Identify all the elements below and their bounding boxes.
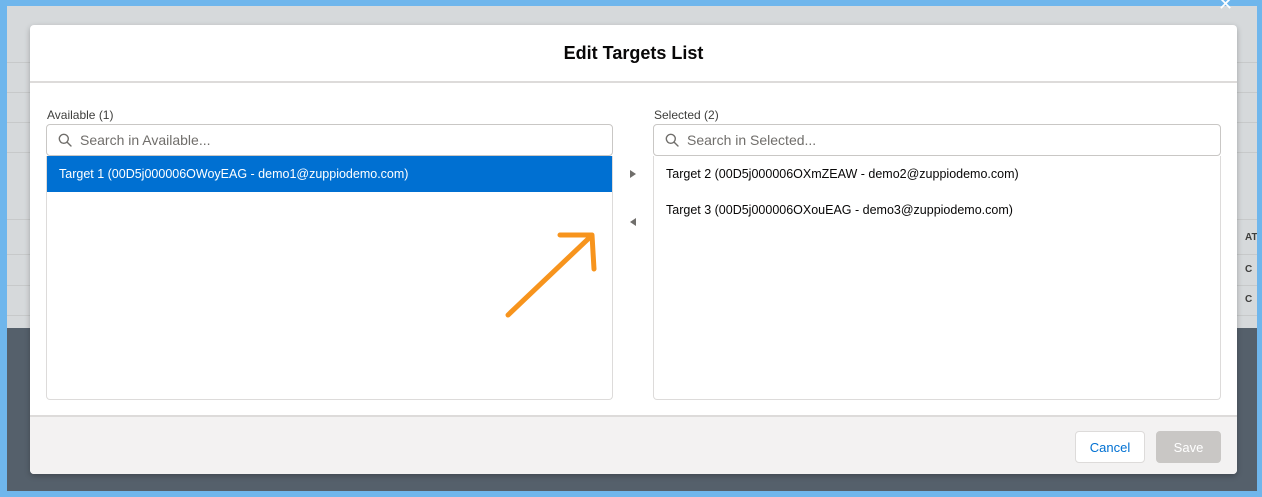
selected-option-target-3[interactable]: Target 3 (00D5j000006OXouEAG - demo3@zup… xyxy=(654,192,1220,228)
caret-right-icon xyxy=(630,170,636,178)
selected-label: Selected (2) xyxy=(654,108,719,122)
bg-column-header: ATIC xyxy=(1245,232,1257,243)
available-option-target-1[interactable]: Target 1 (00D5j000006OWoyEAG - demo1@zup… xyxy=(47,156,612,192)
cancel-button[interactable]: Cancel xyxy=(1075,431,1145,463)
available-search-box[interactable] xyxy=(46,124,613,156)
modal-footer: Cancel Save xyxy=(30,415,1237,474)
selected-search-box[interactable] xyxy=(653,124,1221,156)
selected-option-target-2[interactable]: Target 2 (00D5j000006OXmZEAW - demo2@zup… xyxy=(654,156,1220,192)
option-label: Target 1 (00D5j000006OWoyEAG - demo1@zup… xyxy=(59,167,409,181)
available-label: Available (1) xyxy=(47,108,114,122)
modal-header: Edit Targets List xyxy=(30,25,1237,83)
move-to-selected-button[interactable] xyxy=(623,164,643,184)
available-search-input[interactable] xyxy=(80,132,580,148)
option-label: Target 2 (00D5j000006OXmZEAW - demo2@zup… xyxy=(666,167,1019,181)
selected-search-input[interactable] xyxy=(687,132,1187,148)
modal-title: Edit Targets List xyxy=(563,42,704,63)
caret-left-icon xyxy=(630,218,636,226)
bg-cell-text: C xyxy=(1245,294,1253,305)
close-icon[interactable]: ✕ xyxy=(1218,0,1233,15)
selected-listbox[interactable]: Target 2 (00D5j000006OXmZEAW - demo2@zup… xyxy=(653,156,1221,400)
bg-cell-text: C xyxy=(1245,264,1253,275)
option-label: Target 3 (00D5j000006OXouEAG - demo3@zup… xyxy=(666,203,1013,217)
save-button[interactable]: Save xyxy=(1156,431,1221,463)
arrow-annotation xyxy=(505,232,597,318)
edit-targets-modal: Edit Targets List Available (1) Target 1… xyxy=(30,25,1237,474)
move-to-available-button[interactable] xyxy=(623,212,643,232)
search-icon xyxy=(665,133,679,147)
search-icon xyxy=(58,133,72,147)
